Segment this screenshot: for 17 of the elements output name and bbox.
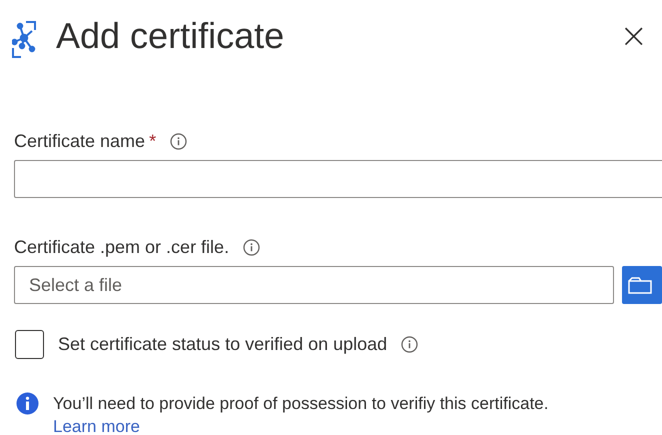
info-icon[interactable] [401,336,418,353]
checkbox[interactable] [15,330,44,359]
info-message: You’ll need to provide proof of possession to verifiy this certificate. [53,393,548,415]
learn-more-link[interactable]: Learn more [53,417,140,435]
field-label: Certificate name [14,130,146,152]
file-input-field[interactable]: Select a file [14,266,614,304]
panel-title: Add certificate [56,14,284,58]
required-mark: * [149,130,156,152]
info-icon[interactable] [243,238,260,256]
browse-button[interactable] [622,266,662,304]
folder-icon [628,276,652,294]
field-label: Certificate .pem or .cer file. [14,236,230,258]
info-icon [16,392,39,415]
checkbox-label: Set certificate status to verified on upload [58,334,388,355]
info-icon[interactable] [170,132,188,150]
name-input-field[interactable] [14,160,662,198]
close-button[interactable]: × [616,19,652,53]
